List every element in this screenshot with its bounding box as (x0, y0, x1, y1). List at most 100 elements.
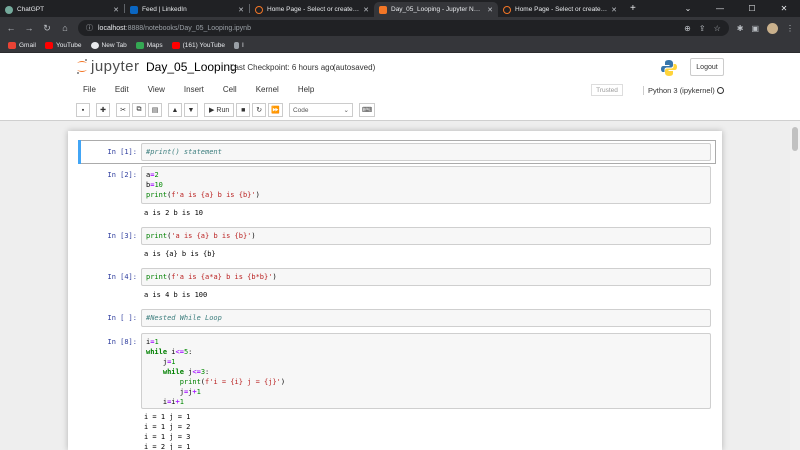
zoom-icon[interactable]: ⊕ (684, 24, 691, 33)
close-icon[interactable]: ✕ (487, 6, 493, 14)
extensions-area: ✱ ▣ ⋮ (737, 22, 794, 34)
move-down-button[interactable]: ▼ (184, 103, 198, 117)
notebook-name[interactable]: Day_05_Looping (146, 60, 237, 74)
jupyter-icon (255, 5, 263, 14)
avatar[interactable] (767, 22, 778, 34)
bookmark-youtube-161[interactable]: (161) YouTube (171, 42, 226, 49)
menu-insert[interactable]: Insert (177, 85, 216, 94)
browser-tab-notebook[interactable]: Day_05_Looping - Jupyter Notebook ✕ (374, 2, 498, 17)
cell-prompt: In [4]: (107, 273, 137, 281)
close-icon[interactable]: ✕ (113, 6, 119, 14)
browser-tab-chatgpt[interactable]: ChatGPT ✕ (0, 2, 124, 17)
bookmark-maps[interactable]: Maps (135, 42, 163, 49)
menu-help[interactable]: Help (291, 85, 326, 94)
back-arrow-icon[interactable]: ← (6, 23, 16, 33)
paste-button[interactable]: ▤ (148, 103, 162, 117)
maps-icon (135, 42, 144, 49)
maximize-icon[interactable]: ☐ (736, 4, 768, 13)
menu-view[interactable]: View (141, 85, 177, 94)
bookmark-label: YouTube (55, 42, 82, 49)
plus-icon: ✚ (100, 107, 106, 114)
code-cell-input[interactable]: i=1 while i<=5: j=1 while j<=3: print(f'… (141, 333, 711, 409)
scissors-icon: ✂ (120, 107, 126, 114)
cell-prompt: In [ ]: (107, 314, 137, 322)
kernel-name[interactable]: Python 3 (ipykernel) (643, 86, 715, 95)
copy-button[interactable]: ⧉ (132, 103, 146, 117)
cut-button[interactable]: ✂ (116, 103, 130, 117)
code-cell-input[interactable]: print(f'a is {a*a} b is {b*b}') (141, 268, 711, 286)
jupyter-icon (503, 5, 511, 14)
restart-run-all-button[interactable]: ⏩ (268, 103, 283, 117)
last-checkpoint: Last Checkpoint: 6 hours ago (230, 63, 335, 72)
paste-icon: ▤ (151, 107, 159, 114)
reload-icon[interactable]: ↻ (42, 23, 52, 34)
home-icon[interactable]: ⌂ (60, 23, 70, 33)
close-icon[interactable]: ✕ (611, 6, 617, 14)
copy-icon: ⧉ (136, 106, 142, 113)
code-cell-input[interactable]: #Nested While Loop (141, 309, 711, 327)
info-icon[interactable]: ⓘ (86, 23, 93, 33)
command-palette-button[interactable]: ⌨ (358, 103, 376, 117)
trusted-indicator[interactable]: Trusted (591, 84, 623, 96)
sidebar-icon[interactable]: ▣ (751, 24, 759, 33)
scrollbar-thumb[interactable] (792, 127, 798, 151)
menu-edit[interactable]: Edit (108, 85, 141, 94)
keyboard-icon: ⌨ (361, 107, 373, 114)
share-icon[interactable]: ⇪ (699, 24, 706, 33)
move-up-button[interactable]: ▲ (168, 103, 182, 117)
code-cell-input[interactable]: #print() statement (141, 143, 711, 161)
jupyter-logo[interactable]: jupyter (76, 58, 140, 75)
interrupt-button[interactable]: ■ (236, 103, 251, 117)
cell-output: a is 2 b is 10 (144, 209, 204, 217)
url-host: localhost (98, 24, 126, 32)
kebab-menu-icon[interactable]: ⋮ (786, 24, 794, 33)
minimize-icon[interactable]: — (704, 4, 736, 13)
close-icon[interactable]: ✕ (238, 6, 244, 14)
cell-type-select[interactable]: Code ⌄ (288, 103, 353, 117)
puzzle-icon[interactable]: ✱ (737, 24, 744, 33)
browser-tab-home-2[interactable]: Home Page - Select or create a notebook … (498, 2, 622, 17)
autosave-status: (autosaved) (333, 63, 376, 72)
run-button[interactable]: ▶ Run (204, 103, 235, 117)
bookmark-label: Maps (146, 42, 163, 49)
url-input[interactable]: ⓘ localhost:8888/notebooks/Day_05_Loopin… (78, 20, 729, 36)
code-cell-input[interactable]: a=2 b=10 print(f'a is {a} b is {b}') (141, 166, 711, 204)
chatgpt-icon (5, 5, 13, 14)
linkedin-icon (130, 5, 138, 14)
tab-title: Day_05_Looping - Jupyter Notebook (391, 6, 483, 13)
insert-cell-button[interactable]: ✚ (96, 103, 110, 117)
address-bar: ← → ↻ ⌂ ⓘ localhost:8888/notebooks/Day_0… (0, 17, 800, 39)
browser-tab-home-1[interactable]: Home Page - Select or create a notebook … (250, 2, 374, 17)
save-button[interactable]: ▪ (76, 103, 90, 117)
tab-title: Feed | LinkedIn (142, 6, 187, 13)
logout-button[interactable]: Logout (690, 58, 724, 76)
chevron-down-icon[interactable]: ⌄ (672, 4, 704, 13)
python-logo-icon (661, 60, 677, 76)
code-cell-input[interactable]: print('a is {a} b is {b}') (141, 227, 711, 245)
bookmark-label: Gmail (19, 42, 36, 49)
bookmark-gmail[interactable]: Gmail (8, 42, 36, 49)
menu-cell[interactable]: Cell (216, 85, 249, 94)
play-icon: ▶ (209, 107, 215, 114)
new-tab-button[interactable]: + (622, 3, 644, 14)
close-icon[interactable]: ✕ (363, 6, 369, 14)
menu-file[interactable]: File (76, 85, 108, 94)
cell-type-value: Code (292, 106, 309, 114)
bookmark-label: (161) YouTube (182, 42, 226, 49)
restart-button[interactable]: ↻ (252, 103, 267, 117)
bookmark-misc[interactable]: I (234, 42, 244, 49)
menu-kernel[interactable]: Kernel (249, 85, 291, 94)
notebook-toolbar: ▪ ✚ ✂ ⧉ ▤ ▲ ▼ ▶ Run ■ ↻ ⏩ Code ⌄ ⌨ (76, 102, 376, 118)
window-controls: ⌄ — ☐ ✕ (672, 0, 800, 17)
globe-icon (90, 42, 99, 49)
bookmark-youtube[interactable]: YouTube (44, 42, 82, 49)
star-icon[interactable]: ☆ (714, 24, 721, 33)
close-window-icon[interactable]: ✕ (768, 4, 800, 13)
browser-tab-linkedin[interactable]: Feed | LinkedIn ✕ (125, 2, 249, 17)
forward-arrow-icon[interactable]: → (24, 23, 34, 33)
jupyter-logo-text: jupyter (91, 58, 140, 75)
gmail-icon (8, 42, 16, 49)
bookmark-new-tab[interactable]: New Tab (90, 42, 127, 49)
bookmark-label: New Tab (101, 42, 127, 49)
vertical-scrollbar[interactable] (790, 121, 800, 450)
